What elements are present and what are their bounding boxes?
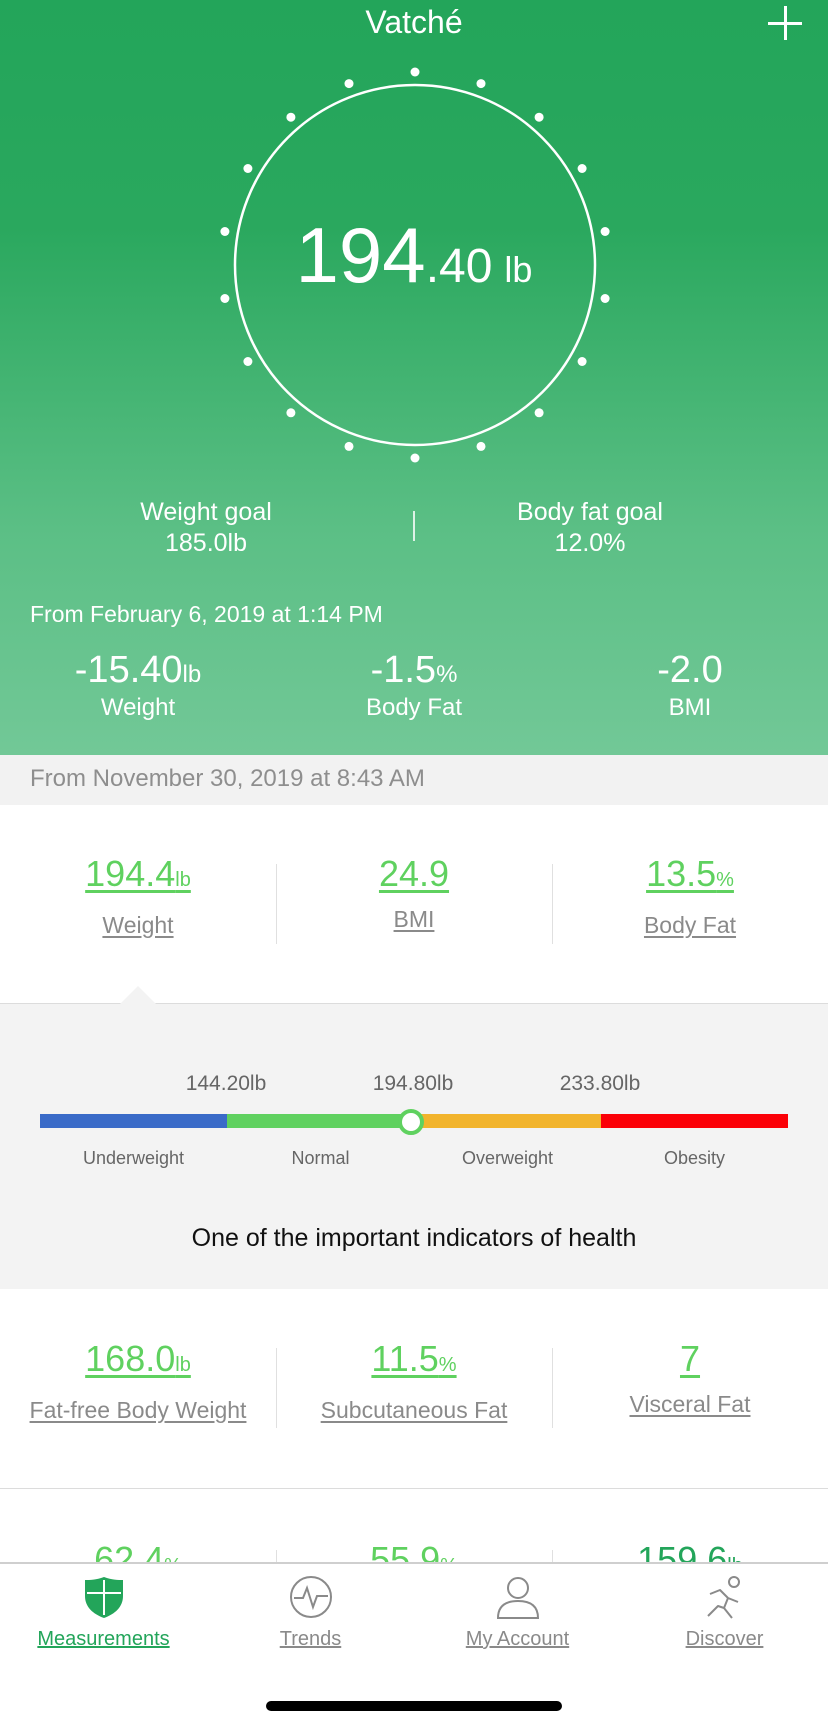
body-fat-change-label: Body Fat xyxy=(365,694,463,721)
band-label-normal: Normal xyxy=(291,1148,350,1168)
dial-dot xyxy=(476,441,486,451)
dial-dot xyxy=(243,357,253,366)
tab-trends[interactable]: Trends xyxy=(207,1574,414,1651)
band-label-obesity: Obesity xyxy=(663,1148,726,1168)
weight-goal[interactable]: Weight goal 185.0lb xyxy=(56,497,356,559)
bmi-change-label: BMI xyxy=(668,694,712,721)
metric-subcutaneous-fat-label: Subcutaneous Fat xyxy=(320,1397,508,1423)
weight-change-value: -15.40 xyxy=(74,649,183,691)
dial-dot xyxy=(286,112,296,122)
metric-weight-value: 194.4lb xyxy=(85,853,191,894)
bmi-change: -2.0 BMI xyxy=(570,648,810,724)
threshold-current: 194.80lb xyxy=(372,1072,454,1095)
selected-metric-caret xyxy=(120,986,156,1004)
add-measurement-button[interactable] xyxy=(766,4,806,44)
health-indicator-text: One of the important indicators of healt… xyxy=(191,1224,637,1252)
metric-visceral-fat[interactable]: 7 Visceral Fat xyxy=(552,1337,828,1418)
current-weight: 194.40 lb xyxy=(0,210,828,301)
tab-label: Discover xyxy=(685,1628,764,1650)
dial-dot xyxy=(243,164,253,173)
latest-date-bar: From November 30, 2019 at 8:43 AM xyxy=(0,755,828,805)
metric-bmi-label: BMI xyxy=(393,906,435,932)
dial-dot xyxy=(534,408,544,418)
metric-weight-label: Weight xyxy=(102,912,174,938)
bmi-change-value: -2.0 xyxy=(657,649,723,691)
weight-change-unit: lb xyxy=(182,661,202,688)
pulse-icon xyxy=(289,1576,332,1618)
body-fat-change: -1.5% Body Fat xyxy=(294,648,534,724)
band-normal xyxy=(227,1114,414,1128)
tab-label: Measurements xyxy=(37,1628,170,1650)
body-fat-change-unit: % xyxy=(436,661,458,688)
shield-icon xyxy=(84,1577,123,1618)
dial-dot xyxy=(534,112,544,122)
weight-integer: 194 xyxy=(295,211,426,299)
dial-dot xyxy=(577,357,587,366)
dial-dot xyxy=(476,79,486,89)
dial-dot xyxy=(344,441,354,451)
tab-my-account[interactable]: My Account xyxy=(414,1574,621,1651)
runner-icon xyxy=(706,1576,740,1619)
threshold-high: 233.80lb xyxy=(559,1072,641,1095)
dial-dot xyxy=(577,164,587,173)
metric-body-fat-label: Body Fat xyxy=(643,912,737,938)
threshold-low: 144.20lb xyxy=(185,1072,267,1095)
band-obesity xyxy=(601,1114,788,1128)
person-icon xyxy=(496,1577,539,1619)
header-panel: Vatché 194.40 lb Weight goal 185.0lb Body… xyxy=(0,0,828,755)
home-indicator xyxy=(266,1701,562,1711)
band-underweight xyxy=(40,1114,227,1128)
metric-weight[interactable]: 194.4lb Weight xyxy=(0,852,276,939)
weight-unit: lb xyxy=(504,249,533,290)
band-overweight xyxy=(414,1114,601,1128)
metric-body-fat[interactable]: 13.5% Body Fat xyxy=(552,852,828,939)
weight-goal-value: 185.0lb xyxy=(164,529,248,557)
tab-discover[interactable]: Discover xyxy=(621,1574,828,1651)
metric-bmi[interactable]: 24.9 BMI xyxy=(276,852,552,933)
metric-subcutaneous-fat-value: 11.5% xyxy=(371,1338,457,1379)
weight-goal-label: Weight goal xyxy=(140,498,272,526)
dial-dot xyxy=(410,67,420,77)
tab-label: My Account xyxy=(465,1628,570,1650)
current-value-knob xyxy=(398,1109,424,1135)
section-divider xyxy=(0,1488,828,1489)
band-label-underweight: Underweight xyxy=(82,1148,185,1168)
metric-visceral-fat-label: Visceral Fat xyxy=(629,1391,751,1417)
dial-dot xyxy=(410,453,420,463)
metric-fat-free-weight-label: Fat-free Body Weight xyxy=(29,1397,247,1423)
user-name-title[interactable]: Vatché xyxy=(0,2,828,42)
metric-subcutaneous-fat[interactable]: 11.5% Subcutaneous Fat xyxy=(276,1337,552,1424)
goal-divider xyxy=(413,511,415,541)
metric-fat-free-weight[interactable]: 168.0lb Fat-free Body Weight xyxy=(0,1337,276,1424)
body-fat-goal-label: Body fat goal xyxy=(517,498,663,526)
latest-from-date: From November 30, 2019 at 8:43 AM xyxy=(30,765,425,792)
metric-visceral-fat-value: 7 xyxy=(679,1338,701,1379)
metric-bmi-value: 24.9 xyxy=(378,853,450,894)
dial-dot xyxy=(344,79,354,89)
band-label-overweight: Overweight xyxy=(461,1148,554,1168)
body-fat-goal-value: 12.0% xyxy=(554,529,626,557)
tab-measurements[interactable]: Measurements xyxy=(0,1574,207,1651)
body-fat-goal[interactable]: Body fat goal 12.0% xyxy=(440,497,740,559)
metric-body-fat-value: 13.5% xyxy=(646,853,734,894)
weight-change-label: Weight xyxy=(100,694,176,721)
metric-fat-free-weight-value: 168.0lb xyxy=(85,1338,191,1379)
weight-decimal: .40 xyxy=(425,240,493,293)
tab-label: Trends xyxy=(279,1628,342,1650)
weight-change: -15.40lb Weight xyxy=(18,648,258,724)
body-fat-change-value: -1.5 xyxy=(370,649,437,691)
changes-from-date: From February 6, 2019 at 1:14 PM xyxy=(30,601,383,627)
dial-dot xyxy=(286,408,296,418)
